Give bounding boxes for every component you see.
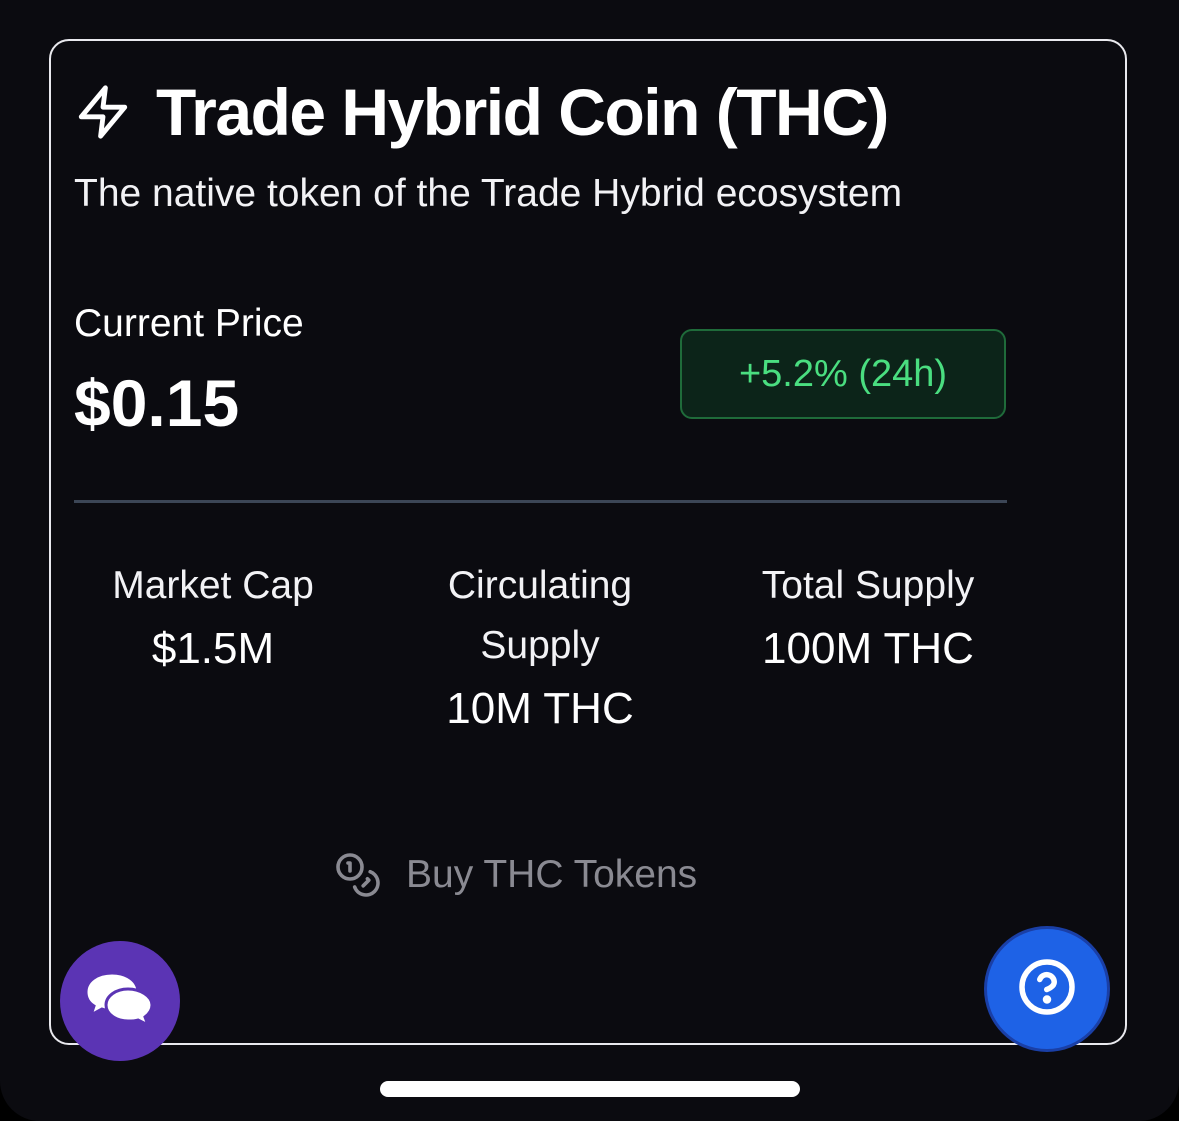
circulating-supply-label-line1: Circulating bbox=[447, 564, 633, 607]
current-price-label: Current Price bbox=[74, 302, 304, 345]
help-button[interactable] bbox=[987, 929, 1107, 1049]
price-change-badge: +5.2% (24h) bbox=[680, 329, 1006, 419]
current-price-value: $0.15 bbox=[74, 366, 240, 440]
total-supply-label: Total Supply bbox=[761, 564, 975, 607]
lightning-bolt-icon bbox=[74, 83, 132, 141]
circulating-supply-value: 10M THC bbox=[446, 684, 634, 733]
coins-icon bbox=[334, 851, 382, 899]
section-divider bbox=[74, 500, 1007, 503]
circulating-supply-stat: Circulating Supply 10M THC bbox=[410, 556, 670, 742]
total-supply-stat: Total Supply 100M THC bbox=[720, 556, 1016, 682]
home-indicator[interactable] bbox=[380, 1081, 800, 1097]
buy-thc-tokens-button[interactable]: Buy THC Tokens bbox=[334, 842, 697, 908]
buy-button-label: Buy THC Tokens bbox=[406, 853, 698, 896]
chat-bubbles-icon bbox=[82, 967, 158, 1036]
total-supply-value: 100M THC bbox=[762, 624, 974, 673]
card-header: Trade Hybrid Coin (THC) bbox=[74, 74, 889, 150]
question-circle-icon bbox=[1017, 957, 1077, 1022]
chat-button[interactable] bbox=[60, 941, 180, 1061]
market-cap-label: Market Cap bbox=[112, 564, 314, 607]
circulating-supply-label-line2: Supply bbox=[480, 624, 600, 667]
market-cap-value: $1.5M bbox=[151, 624, 275, 673]
market-cap-stat: Market Cap $1.5M bbox=[74, 556, 352, 682]
token-subtitle: The native token of the Trade Hybrid eco… bbox=[74, 172, 903, 215]
token-title: Trade Hybrid Coin (THC) bbox=[156, 75, 889, 149]
app-screen: Trade Hybrid Coin (THC) The native token… bbox=[0, 0, 1179, 1121]
